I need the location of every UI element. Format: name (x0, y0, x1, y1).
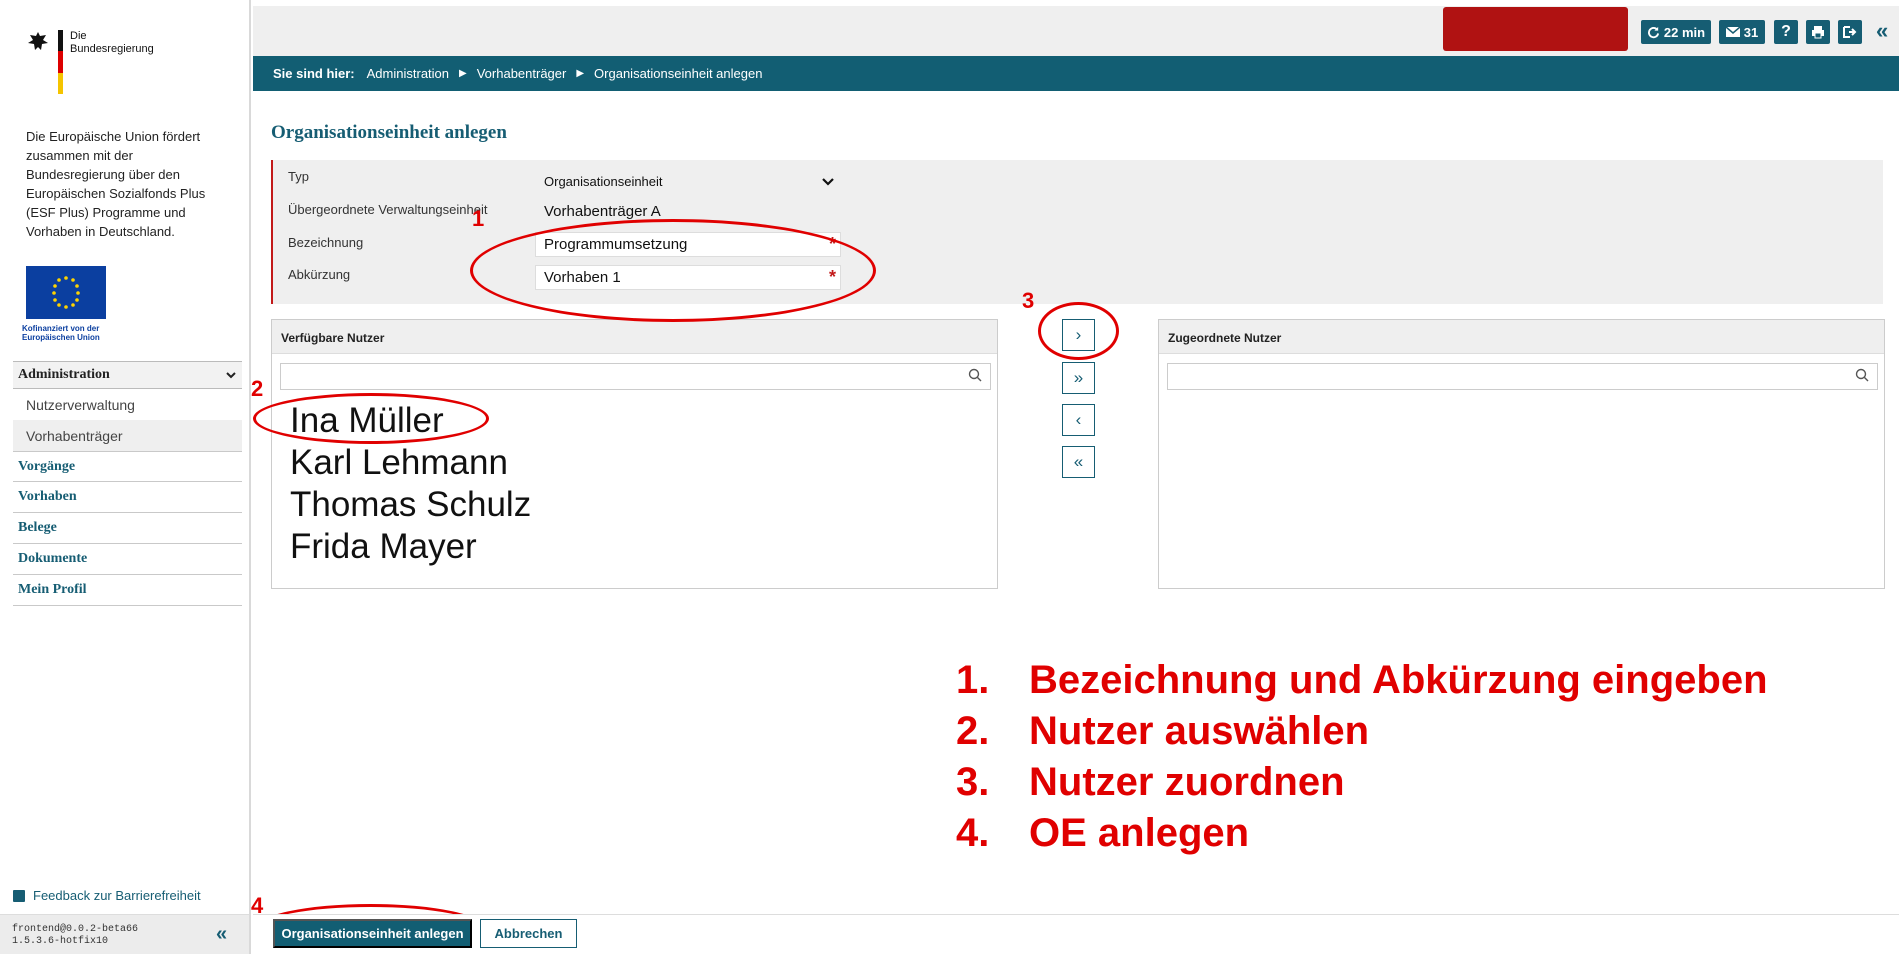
collapse-right-icon[interactable]: « (1876, 18, 1888, 44)
parent-unit-label: Übergeordnete Verwaltungseinheit (288, 202, 488, 217)
printer-icon (1812, 26, 1824, 39)
remove-selected-button[interactable]: ‹ (1062, 404, 1095, 436)
refresh-icon (1647, 26, 1659, 38)
messages-count: 31 (1743, 24, 1759, 40)
instruction-step: 3. Nutzer zuordnen (956, 760, 1345, 804)
sidebar-section-label: Administration (18, 367, 110, 382)
annotation-marker-2: 2 (251, 376, 264, 401)
available-users-panel: Verfügbare Nutzer Ina Müller Karl Lehman… (271, 319, 998, 589)
sidebar-item-nutzerverwaltung[interactable]: Nutzerverwaltung (13, 389, 242, 420)
logout-button[interactable] (1838, 20, 1862, 44)
eagle-icon (28, 32, 48, 50)
breadcrumb-item-administration[interactable]: Administration (367, 66, 449, 81)
bezeichnung-label: Bezeichnung (288, 235, 364, 250)
double-chevron-left-icon: « (1073, 452, 1084, 471)
sidebar-section-administration[interactable]: Administration (13, 361, 242, 389)
breadcrumb-item-current: Organisationseinheit anlegen (594, 66, 763, 81)
sidebar-item-vorhaben[interactable]: Vorhaben (13, 482, 242, 513)
sidebar: Die Bundesregierung Die Europäische Unio… (0, 0, 251, 954)
available-users-search-input[interactable] (280, 363, 991, 390)
german-flag-icon (58, 30, 63, 94)
logo-text-line1: Die (70, 30, 87, 42)
search-icon (968, 368, 982, 382)
print-button[interactable] (1806, 20, 1830, 44)
bundesregierung-logo[interactable]: Die Bundesregierung (26, 30, 154, 94)
session-timer-button[interactable]: 22 min (1641, 20, 1711, 44)
assigned-users-panel: Zugeordnete Nutzer (1158, 319, 1885, 589)
list-item[interactable]: Frida Mayer (290, 526, 531, 568)
assigned-users-title: Zugeordnete Nutzer (1159, 320, 1884, 354)
eu-funding-text: Die Europäische Union fördert zusammen m… (26, 129, 206, 239)
annotation-ellipse (470, 219, 876, 322)
version-line2: 1.5.3.6-hotfix10 (12, 936, 109, 947)
messages-button[interactable]: 31 (1719, 20, 1765, 44)
available-users-title: Verfügbare Nutzer (272, 320, 997, 354)
logo-text-line2: Bundesregierung (70, 43, 154, 55)
instruction-list: 1. Bezeichnung und Abkürzung eingeben 2. N… (956, 655, 1768, 859)
create-oe-button[interactable]: Organisationseinheit anlegen (273, 919, 472, 948)
top-bar: 22 min 31 ? « (253, 6, 1899, 56)
breadcrumb-label: Sie sind hier: (273, 66, 355, 81)
eu-caption: Kofinanziert von der Europäischen Union (22, 324, 100, 342)
version-info: frontend@0.0.2-beta66 1.5.3.6-hotfix10 « (0, 914, 249, 954)
breadcrumb-separator-icon: ▶ (459, 68, 467, 79)
instruction-step: 1. Bezeichnung und Abkürzung eingeben (956, 658, 1768, 702)
eu-flag-icon (26, 266, 106, 319)
question-mark-icon: ? (1781, 23, 1791, 40)
envelope-icon (1725, 27, 1740, 37)
annotation-ellipse (1038, 302, 1119, 360)
sidebar-item-vorgaenge[interactable]: Vorgänge (13, 451, 242, 482)
page-title: Organisationseinheit anlegen (271, 122, 507, 143)
session-timer-label: 22 min (1663, 24, 1706, 40)
search-icon (1855, 368, 1869, 382)
logout-icon (1843, 26, 1857, 38)
list-item[interactable]: Thomas Schulz (290, 484, 531, 526)
sidebar-nav: Administration Nutzerverwaltung Vorhaben… (13, 361, 242, 606)
help-button[interactable]: ? (1774, 20, 1798, 44)
abkuerzung-label: Abkürzung (288, 267, 351, 282)
sidebar-item-mein-profil[interactable]: Mein Profil (13, 575, 242, 606)
chevron-left-icon: ‹ (1075, 410, 1082, 429)
annotation-marker-3: 3 (1022, 288, 1035, 313)
add-all-button[interactable]: » (1062, 362, 1095, 394)
breadcrumb-separator-icon: ▶ (576, 68, 585, 79)
instruction-step: 4. OE anlegen (956, 811, 1250, 855)
annotation-ellipse (253, 393, 489, 444)
cancel-button[interactable]: Abbrechen (480, 919, 577, 948)
version-line1: frontend@0.0.2-beta66 (12, 924, 139, 935)
instruction-step: 2. Nutzer auswählen (956, 709, 1370, 753)
redacted-user-box (1443, 7, 1628, 51)
breadcrumb-item-vorhabentraeger[interactable]: Vorhabenträger (477, 66, 567, 81)
sidebar-item-vorhabentraeger[interactable]: Vorhabenträger (13, 420, 242, 451)
sidebar-item-belege[interactable]: Belege (13, 513, 242, 544)
assigned-users-search-input[interactable] (1167, 363, 1878, 390)
edit-icon (13, 889, 25, 902)
double-chevron-right-icon: » (1073, 368, 1084, 387)
typ-label: Typ (288, 169, 309, 184)
sidebar-item-dokumente[interactable]: Dokumente (13, 544, 242, 575)
breadcrumb: Sie sind hier: Administration ▶ Vorhaben… (253, 56, 1899, 91)
typ-select-value: Organisationseinheit (544, 174, 663, 189)
typ-select[interactable]: Organisationseinheit (535, 168, 841, 192)
feedback-link[interactable]: Feedback zur Barrierefreiheit (13, 888, 201, 903)
chevron-down-icon (822, 178, 834, 186)
list-item[interactable]: Karl Lehmann (290, 442, 531, 484)
collapse-sidebar-icon[interactable]: « (216, 923, 227, 946)
feedback-label: Feedback zur Barrierefreiheit (33, 888, 201, 903)
remove-all-button[interactable]: « (1062, 446, 1095, 478)
chevron-down-icon (226, 372, 236, 379)
annotation-marker-1: 1 (472, 206, 485, 231)
